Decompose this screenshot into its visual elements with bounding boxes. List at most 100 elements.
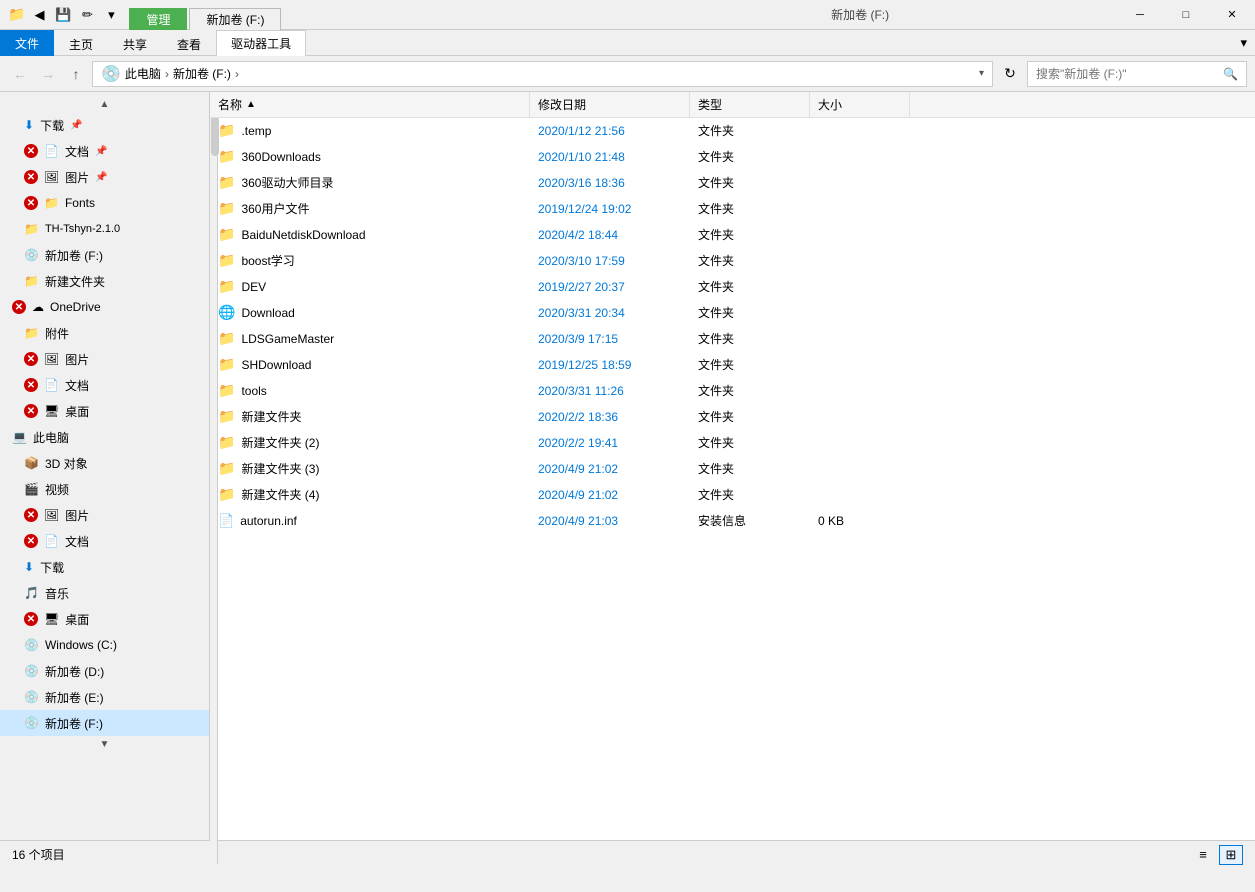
table-row[interactable]: 📁 新建文件夹 (4) 2020/4/9 21:02 文件夹 [210, 482, 1255, 508]
column-header-date[interactable]: 修改日期 [530, 92, 690, 117]
qat-save[interactable]: 💾 [53, 5, 73, 25]
sidebar-item-thtshyn[interactable]: 📁 TH-Tshyn-2.1.0 [0, 216, 209, 242]
sidebar-item-drive-f[interactable]: 💿 新加卷 (F:) [0, 710, 209, 736]
table-row[interactable]: 📁 新建文件夹 (3) 2020/4/9 21:02 文件夹 [210, 456, 1255, 482]
sidebar-item-label: 图片 [65, 169, 89, 186]
ribbon-share-tab[interactable]: 共享 [108, 32, 162, 55]
ribbon-tab-drive[interactable]: 新加卷 (F:) [189, 8, 281, 30]
file-size: 0 KB [818, 514, 844, 528]
search-box[interactable]: 🔍 [1027, 61, 1247, 87]
search-input[interactable] [1036, 67, 1219, 81]
view-details-button[interactable]: ⊞ [1219, 845, 1243, 865]
sidebar-item-3dobjects[interactable]: 📦 3D 对象 [0, 450, 209, 476]
view-list-button[interactable]: ≡ [1191, 845, 1215, 865]
sidebar-item-label: 图片 [65, 507, 89, 524]
table-row[interactable]: 📁 LDSGameMaster 2020/3/9 17:15 文件夹 [210, 326, 1255, 352]
window-title: 新加卷 (F:) [603, 6, 1117, 23]
sidebar-item-music[interactable]: 🎵 音乐 [0, 580, 209, 606]
drive-icon: 💿 [101, 64, 121, 84]
file-date: 2019/12/25 18:59 [538, 358, 631, 372]
table-row[interactable]: 📁 360用户文件 2019/12/24 19:02 文件夹 [210, 196, 1255, 222]
desktop-icon: 🖥 [44, 612, 59, 626]
file-date-cell: 2020/1/12 21:56 [530, 124, 690, 138]
window-controls: ─ □ ✕ [1117, 0, 1255, 30]
search-icon: 🔍 [1223, 67, 1238, 81]
file-type: 文件夹 [698, 408, 734, 425]
file-name: tools [241, 384, 266, 398]
file-type-cell: 文件夹 [690, 408, 810, 425]
sidebar-item-windows-c[interactable]: 💿 Windows (C:) [0, 632, 209, 658]
sidebar-item-documents-od[interactable]: ✕ 📄 文档 [0, 372, 209, 398]
table-row[interactable]: 📁 boost学习 2020/3/10 17:59 文件夹 [210, 248, 1255, 274]
table-row[interactable]: 📁 360Downloads 2020/1/10 21:48 文件夹 [210, 144, 1255, 170]
qat-undo[interactable]: ✏ [77, 5, 97, 25]
sidebar-item-drive-e[interactable]: 💿 新加卷 (E:) [0, 684, 209, 710]
sidebar-item-label: 下载 [40, 559, 64, 576]
sidebar-item-downloads[interactable]: ⬇ 下载 📌 [0, 112, 209, 138]
path-dropdown-icon[interactable]: ▾ [979, 68, 984, 79]
table-row[interactable]: 📁 SHDownload 2019/12/25 18:59 文件夹 [210, 352, 1255, 378]
ribbon: 文件 主页 共享 查看 驱动器工具 ▾ [0, 30, 1255, 56]
sidebar-item-documents[interactable]: ✕ 📄 文档 📌 [0, 138, 209, 164]
ribbon-expand-btn[interactable]: ▾ [1232, 30, 1255, 55]
ribbon-tab-management[interactable]: 管理 [129, 8, 187, 30]
file-name: boost学习 [241, 252, 294, 269]
table-row[interactable]: 🌐 Download 2020/3/31 20:34 文件夹 [210, 300, 1255, 326]
qat-back[interactable]: ◀ [29, 5, 49, 25]
pin-icon: 📌 [95, 172, 107, 183]
path-segment-drive[interactable]: 新加卷 (F:) [173, 65, 231, 82]
column-header-name[interactable]: 名称 ▲ [210, 92, 530, 117]
table-row[interactable]: 📁 DEV 2019/2/27 20:37 文件夹 [210, 274, 1255, 300]
maximize-button[interactable]: □ [1163, 0, 1209, 30]
column-header-size[interactable]: 大小 [810, 92, 910, 117]
forward-button[interactable]: → [36, 62, 60, 86]
status-count: 16 个项目 [12, 846, 65, 863]
table-row[interactable]: 📁 新建文件夹 (2) 2020/2/2 19:41 文件夹 [210, 430, 1255, 456]
sidebar-item-desktop-pc[interactable]: ✕ 🖥 桌面 [0, 606, 209, 632]
back-button[interactable]: ← [8, 62, 32, 86]
sidebar-item-newfolder-quick[interactable]: 📁 新建文件夹 [0, 268, 209, 294]
sidebar-item-pictures-pc[interactable]: ✕ 🖼 图片 [0, 502, 209, 528]
close-button[interactable]: ✕ [1209, 0, 1255, 30]
address-path[interactable]: 💿 此电脑 › 新加卷 (F:) › ▾ [92, 61, 993, 87]
ribbon-file-tab[interactable]: 文件 [0, 30, 54, 56]
inf-icon: 📄 [218, 513, 234, 529]
sidebar-item-downloads-pc[interactable]: ⬇ 下载 [0, 554, 209, 580]
sidebar-item-documents-pc[interactable]: ✕ 📄 文档 [0, 528, 209, 554]
sidebar-item-videos[interactable]: 🎬 视频 [0, 476, 209, 502]
error-badge: ✕ [24, 196, 38, 210]
file-date: 2020/2/2 18:36 [538, 410, 618, 424]
drive-icon: 💿 [24, 638, 39, 652]
sidebar-scroll-down[interactable]: ▼ [0, 736, 209, 752]
sidebar-item-pictures-od[interactable]: ✕ 🖼 图片 [0, 346, 209, 372]
qat-dropdown[interactable]: ▾ [101, 5, 121, 25]
file-date-cell: 2020/3/31 20:34 [530, 306, 690, 320]
table-row[interactable]: 📁 360驱动大师目录 2020/3/16 18:36 文件夹 [210, 170, 1255, 196]
sidebar-item-label: 文档 [65, 143, 89, 160]
sidebar-item-drive-d[interactable]: 💿 新加卷 (D:) [0, 658, 209, 684]
table-row[interactable]: 📁 新建文件夹 2020/2/2 18:36 文件夹 [210, 404, 1255, 430]
minimize-button[interactable]: ─ [1117, 0, 1163, 30]
path-segment-pc[interactable]: 此电脑 [125, 65, 161, 82]
table-row[interactable]: 📁 tools 2020/3/31 11:26 文件夹 [210, 378, 1255, 404]
sidebar-scroll-up[interactable]: ▲ [0, 96, 209, 112]
ribbon-view-tab[interactable]: 查看 [162, 32, 216, 55]
file-name: DEV [241, 280, 266, 294]
sidebar-item-thispc[interactable]: 💻 此电脑 [0, 424, 209, 450]
sidebar-item-pictures[interactable]: ✕ 🖼 图片 📌 [0, 164, 209, 190]
ribbon-driver-tab[interactable]: 驱动器工具 [216, 30, 306, 56]
column-header-type[interactable]: 类型 [690, 92, 810, 117]
sidebar-item-attachments[interactable]: 📁 附件 [0, 320, 209, 346]
ribbon-home-tab[interactable]: 主页 [54, 32, 108, 55]
up-button[interactable]: ↑ [64, 62, 88, 86]
table-row[interactable]: 📁 .temp 2020/1/12 21:56 文件夹 [210, 118, 1255, 144]
file-date-cell: 2020/3/31 11:26 [530, 384, 690, 398]
sidebar-item-desktop-od[interactable]: ✕ 🖥 桌面 [0, 398, 209, 424]
sidebar-item-fonts[interactable]: ✕ 📁 Fonts [0, 190, 209, 216]
sidebar-item-drive-f-quick[interactable]: 💿 新加卷 (F:) [0, 242, 209, 268]
refresh-button[interactable]: ↻ [997, 61, 1023, 87]
sidebar-item-onedrive[interactable]: ✕ ☁ OneDrive [0, 294, 209, 320]
file-date: 2020/4/2 18:44 [538, 228, 618, 242]
table-row[interactable]: 📁 BaiduNetdiskDownload 2020/4/2 18:44 文件… [210, 222, 1255, 248]
table-row[interactable]: 📄 autorun.inf 2020/4/9 21:03 安装信息 0 KB [210, 508, 1255, 534]
